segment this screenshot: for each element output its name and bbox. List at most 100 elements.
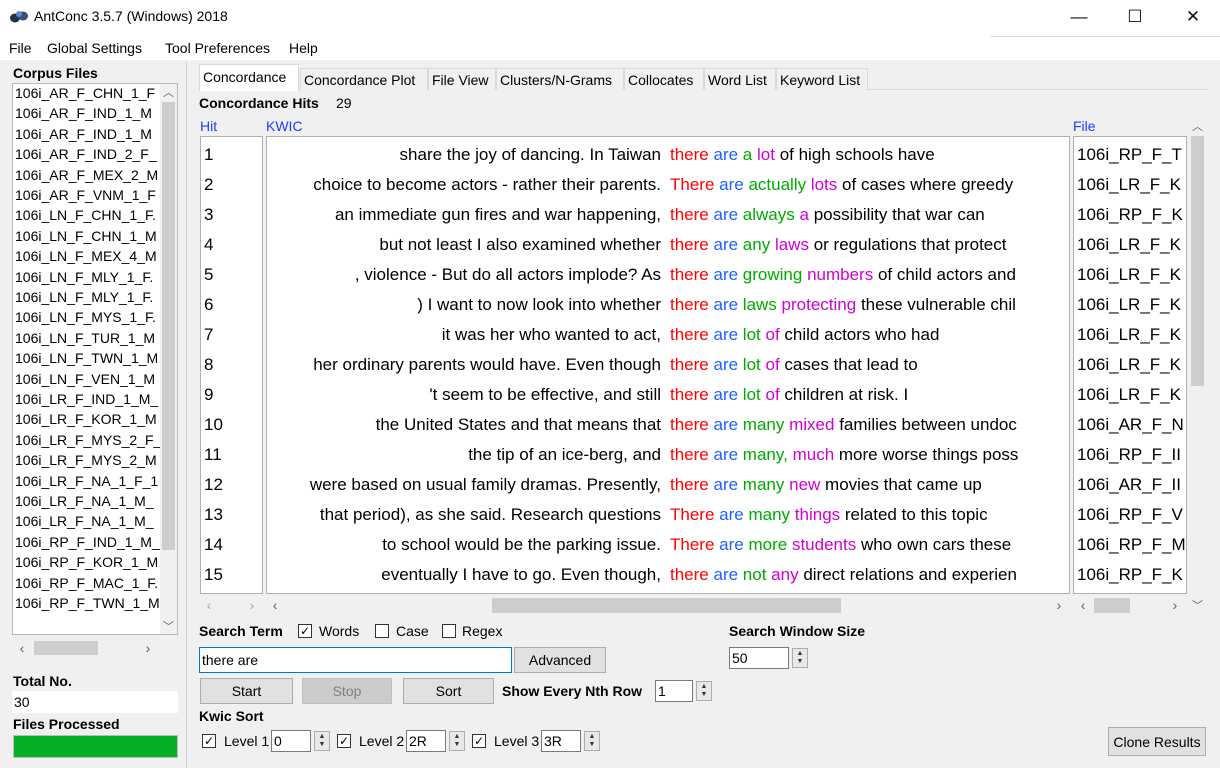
file-cell[interactable]: 106i_LR_F_K [1077,385,1181,405]
hit-number[interactable]: 3 [204,205,213,225]
tab-concordance-plot[interactable]: Concordance Plot [300,68,428,90]
start-button[interactable]: Start [200,678,293,704]
results-scroll-thumb[interactable] [1191,136,1204,386]
corpus-file-item[interactable]: 106i_LR_F_MYS_2_M [15,452,162,472]
scroll-left-icon[interactable]: ‹ [14,640,30,656]
corpus-file-item[interactable]: 106i_AR_F_VNM_1_F [15,187,162,207]
level-2-checkbox[interactable]: ✓ [337,734,351,748]
stop-button[interactable]: Stop [302,678,392,704]
file-cell[interactable]: 106i_LR_F_K [1077,265,1181,285]
scroll-right-icon[interactable]: › [140,640,156,656]
corpus-file-item[interactable]: 106i_AR_F_MEX_2_M [15,167,162,187]
corpus-file-item[interactable]: 106i_LR_F_IND_1_M_ [15,391,162,411]
file-scroll-right-icon[interactable]: › [1168,597,1182,613]
scroll-down-icon[interactable]: ﹀ [160,618,177,634]
hit-number[interactable]: 10 [204,415,223,435]
file-cell[interactable]: 106i_LR_F_K [1077,325,1181,345]
hit-column[interactable]: 1 2 3 4 5 6 7 8 9 10 11 12 13 14 15 [200,136,263,594]
hit-number[interactable]: 14 [204,535,223,555]
menu-help[interactable]: Help [289,40,318,56]
kwic-row[interactable]: the United States and that means that the… [267,415,1069,439]
file-cell[interactable]: 106i_LR_F_K [1077,235,1181,255]
corpus-file-item[interactable]: 106i_LR_F_KOR_1_M [15,411,162,431]
corpus-file-item[interactable]: 106i_LR_F_NA_1_M_ [15,493,162,513]
file-cell[interactable]: 106i_RP_F_T [1077,145,1182,165]
level-1-checkbox[interactable]: ✓ [202,734,216,748]
level-1-stepper[interactable]: ▲ ▼ [314,731,330,751]
hit-number[interactable]: 11 [204,445,222,465]
hit-scroll-left-icon[interactable]: ‹ [202,597,216,613]
corpus-file-item[interactable]: 106i_LN_F_CHN_1_F. [15,207,162,227]
file-cell[interactable]: 106i_RP_F_K [1077,565,1183,585]
level-2-stepper[interactable]: ▲ ▼ [449,731,465,751]
file-scroll-left-icon[interactable]: ‹ [1076,597,1090,613]
corpus-file-item[interactable]: 106i_AR_F_IND_2_F_ [15,146,162,166]
tab-concordance[interactable]: Concordance [199,64,299,91]
corpus-list-scroll-thumb[interactable] [162,102,175,550]
results-scroll-down-icon[interactable]: ﹀ [1189,597,1206,613]
corpus-file-item[interactable]: 106i_LN_F_MEX_4_M [15,248,162,268]
corpus-file-item[interactable]: 106i_LN_F_MLY_1_F. [15,289,162,309]
pane-divider[interactable] [186,62,187,768]
file-cell[interactable]: 106i_RP_F_II [1077,445,1181,465]
level-2-input[interactable]: 2R [406,730,446,752]
menu-tool-preferences[interactable]: Tool Preferences [165,40,270,56]
kwic-row[interactable]: but not least I also examined whether the… [267,235,1069,259]
tab-clusters-ngrams[interactable]: Clusters/N-Grams [496,68,624,90]
file-hscroll-thumb[interactable] [1094,598,1130,613]
nth-row-stepper[interactable]: ▲ ▼ [696,681,712,701]
window-size-stepper[interactable]: ▲ ▼ [792,648,808,668]
level-1-input[interactable]: 0 [271,730,311,752]
corpus-file-item[interactable]: 106i_LR_F_NA_1_F_1 [15,473,162,493]
minimize-button[interactable]: — [1050,0,1108,34]
tab-keyword-list[interactable]: Keyword List [776,68,868,90]
scroll-up-icon[interactable]: ︿ [160,84,177,100]
sort-button[interactable]: Sort [403,678,494,704]
kwic-row[interactable]: were based on usual family dramas. Prese… [267,475,1069,499]
file-column[interactable]: 106i_RP_F_T 106i_LR_F_K 106i_RP_F_K 106i_LR… [1073,136,1187,594]
regex-checkbox[interactable] [442,624,456,638]
case-checkbox[interactable] [375,624,389,638]
kwic-row[interactable]: share the joy of dancing. In Taiwan there… [267,145,1069,169]
clone-results-button[interactable]: Clone Results [1108,727,1206,756]
hit-number[interactable]: 5 [204,265,213,285]
corpus-file-item[interactable]: 106i_LN_F_TWN_1_M [15,350,162,370]
search-window-size-input[interactable]: 50 [729,647,789,669]
file-cell[interactable]: 106i_LR_F_K [1077,175,1181,195]
corpus-file-item[interactable]: 106i_AR_F_IND_1_M [15,126,162,146]
level-3-input[interactable]: 3R [541,730,581,752]
results-scroll-up-icon[interactable]: ︿ [1189,118,1206,134]
corpus-file-list[interactable]: 106i_AR_F_CHN_1_F 106i_AR_F_IND_1_M 106i_A… [12,83,178,635]
column-header-file[interactable]: File [1073,118,1096,134]
corpus-file-item[interactable]: 106i_LN_F_MYS_1_F. [15,309,162,329]
file-cell[interactable]: 106i_LR_F_K [1077,355,1181,375]
corpus-file-item[interactable]: 106i_LN_F_MLY_1_F. [15,269,162,289]
corpus-file-item[interactable]: 106i_LR_F_MYS_2_F_ [15,432,162,452]
corpus-file-item[interactable]: 106i_LN_F_VEN_1_M [15,371,162,391]
hit-number[interactable]: 2 [204,175,213,195]
column-header-hit[interactable]: Hit [200,118,217,134]
hit-number[interactable]: 8 [204,355,213,375]
corpus-file-item[interactable]: 106i_LR_F_NA_1_M_ [15,513,162,533]
hit-scroll-right-icon[interactable]: › [245,597,259,613]
kwic-row[interactable]: 't seem to be effective, and still there … [267,385,1069,409]
kwic-scroll-left-icon[interactable]: ‹ [268,597,282,613]
hit-number[interactable]: 15 [204,565,223,585]
file-cell[interactable]: 106i_RP_F_V [1077,505,1183,525]
kwic-row[interactable]: it was her who wanted to act, there are l… [267,325,1069,349]
file-cell[interactable]: 106i_LR_F_K [1077,295,1181,315]
nth-row-input[interactable]: 1 [655,680,693,702]
kwic-scroll-right-icon[interactable]: › [1052,597,1066,613]
advanced-button[interactable]: Advanced [514,647,606,673]
file-cell[interactable]: 106i_RP_F_M [1077,535,1186,555]
level-3-stepper[interactable]: ▲ ▼ [584,731,600,751]
tab-file-view[interactable]: File View [428,68,496,90]
corpus-list-hscroll-thumb[interactable] [34,641,98,655]
corpus-file-item[interactable]: 106i_RP_F_MAC_1_F. [15,575,162,595]
hit-number[interactable]: 1 [204,145,213,165]
hit-number[interactable]: 9 [204,385,213,405]
hit-number[interactable]: 13 [204,505,223,525]
corpus-file-item[interactable]: 106i_LN_F_TUR_1_M [15,330,162,350]
corpus-file-item[interactable]: 106i_AR_F_IND_1_M [15,105,162,125]
words-checkbox[interactable]: ✓ [298,624,312,638]
